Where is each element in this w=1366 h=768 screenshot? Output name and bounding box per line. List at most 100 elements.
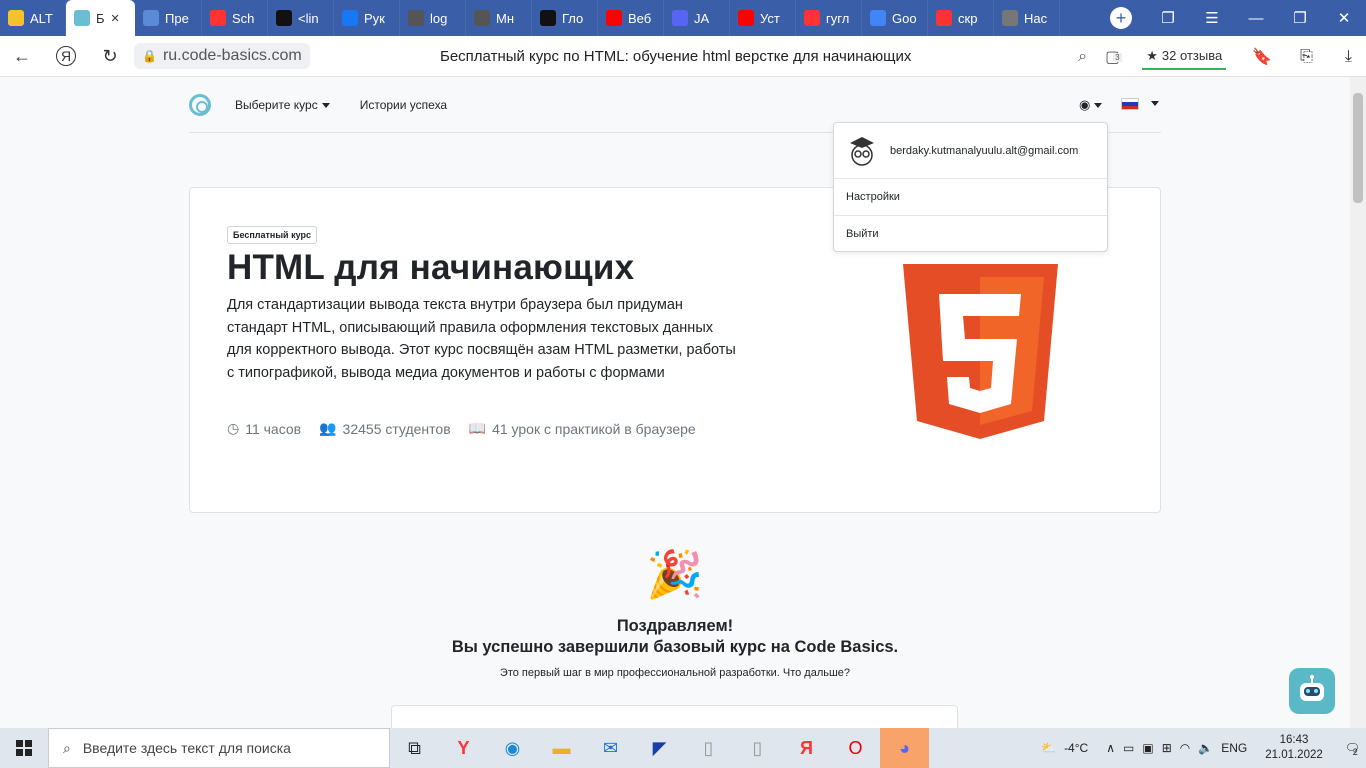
window-controls: + ❐ ☰ — ❐ ✕ xyxy=(1096,0,1366,36)
page-scrollbar[interactable] xyxy=(1350,77,1366,728)
tab-15[interactable]: Нас xyxy=(994,0,1060,36)
tab-13[interactable]: Goo xyxy=(862,0,928,36)
next-steps-card xyxy=(391,705,958,728)
settings-menu-item[interactable]: Настройки xyxy=(834,179,1107,216)
document-icon-2[interactable]: ▯ xyxy=(733,728,782,768)
students-text: 32455 студентов xyxy=(342,420,451,437)
user-menu-button[interactable]: ◉ xyxy=(1079,97,1103,113)
tab-5[interactable]: Рук xyxy=(334,0,400,36)
search-icon[interactable]: ⌕ xyxy=(1078,48,1087,66)
choose-course-dropdown[interactable]: Выберите курс xyxy=(235,98,330,112)
mail-icon[interactable]: ✉ xyxy=(586,728,635,768)
menu-icon[interactable]: ☰ xyxy=(1190,0,1234,36)
notifications-icon[interactable]: 🗨 2 xyxy=(1345,741,1360,757)
russian-flag-icon[interactable] xyxy=(1121,98,1139,110)
code-basics-icon xyxy=(74,10,90,26)
opera-icon[interactable]: O xyxy=(831,728,880,768)
camera-icon[interactable]: ▣ xyxy=(1142,741,1153,755)
weather-temp[interactable]: -4°C xyxy=(1064,741,1088,755)
collections-icon[interactable]: ⎘ xyxy=(1300,48,1313,66)
yandex-icon xyxy=(936,10,952,26)
tab-7[interactable]: Мн xyxy=(466,0,532,36)
caret-down-icon xyxy=(1094,103,1103,109)
success-stories-link[interactable]: Истории успеха xyxy=(360,98,447,112)
windows-start-icon[interactable] xyxy=(0,728,48,768)
clock[interactable]: 16:43 21.01.2022 xyxy=(1265,733,1323,763)
tab-manager-icon[interactable]: ❐ xyxy=(1146,0,1190,36)
yandex-icon xyxy=(804,10,820,26)
html5-logo-icon xyxy=(903,264,1058,439)
new-tab-button[interactable]: + xyxy=(1110,7,1132,29)
user-icon: ◉ xyxy=(1079,97,1091,112)
course-description: Для стандартизации вывода текста внутри … xyxy=(227,297,736,381)
code-basics-logo-icon[interactable] xyxy=(189,93,211,116)
task-view-icon[interactable]: ⧉ xyxy=(390,728,439,768)
minimize-button[interactable]: — xyxy=(1234,0,1278,36)
scrollbar-thumb[interactable] xyxy=(1353,93,1363,203)
tab-label: log xyxy=(430,10,448,26)
tab-4[interactable]: <lin xyxy=(268,0,334,36)
book-icon: 📖 xyxy=(468,420,487,436)
tab-11[interactable]: Уст xyxy=(730,0,796,36)
url-field[interactable]: 🔒 ru.code-basics.com xyxy=(134,43,310,69)
protect-icon[interactable]: ▢3 xyxy=(1105,47,1122,67)
tab-12[interactable]: гугл xyxy=(796,0,862,36)
tab-3[interactable]: Sch xyxy=(202,0,268,36)
tab-1[interactable]: Б ✕ xyxy=(66,0,135,36)
caret-down-icon[interactable] xyxy=(1151,101,1159,106)
downloads-icon[interactable]: ⤓ xyxy=(1345,48,1352,66)
tab-8[interactable]: Гло xyxy=(532,0,598,36)
free-course-badge: Бесплатный курс xyxy=(227,226,317,244)
congrats-title-line1: Поздравляем! xyxy=(616,617,734,635)
tab-label: Goo xyxy=(892,10,917,26)
battery-icon[interactable]: ▭ xyxy=(1123,741,1134,755)
address-bar: ← Я ↻ 🔒 ru.code-basics.com Бесплатный ку… xyxy=(0,36,1366,77)
restore-button[interactable]: ❐ xyxy=(1278,0,1322,36)
facebook-icon xyxy=(342,10,358,26)
close-tab-icon[interactable]: ✕ xyxy=(111,12,120,25)
reviews-button[interactable]: ★ 32 отзыва xyxy=(1142,44,1227,70)
weather-icon[interactable]: ⛅ xyxy=(1041,741,1056,755)
edge-icon[interactable]: ◉ xyxy=(488,728,537,768)
yandex-logo-icon[interactable]: Я xyxy=(44,36,88,77)
remote-app-icon[interactable]: ◤ xyxy=(635,728,684,768)
back-arrow-icon[interactable]: ← xyxy=(0,36,44,77)
tab-6[interactable]: log xyxy=(400,0,466,36)
reviews-label: 32 отзыва xyxy=(1161,48,1223,63)
user-dropdown-menu: berdaky.kutmanalyuulu.alt@gmail.com Наст… xyxy=(833,122,1108,252)
caret-down-icon xyxy=(321,102,330,108)
file-explorer-icon[interactable]: ▬ xyxy=(537,728,586,768)
star-icon: ★ xyxy=(1146,47,1158,63)
wifi-icon[interactable]: ◠ xyxy=(1180,741,1190,755)
choose-course-label: Выберите курс xyxy=(235,97,318,112)
tab-label: JA xyxy=(694,10,710,26)
tab-label: Веб xyxy=(628,10,652,26)
language-indicator[interactable]: ENG xyxy=(1221,741,1247,755)
page-title: Бесплатный курс по HTML: обучение html в… xyxy=(440,48,912,65)
page-content: Выберите курс Истории успеха ◉ Бесплатны… xyxy=(0,77,1350,728)
document-icon[interactable]: ▯ xyxy=(684,728,733,768)
tab-0[interactable]: ALT xyxy=(0,0,66,36)
yandex-icon[interactable]: Я xyxy=(782,728,831,768)
system-tray: ⛅ -4°C ∧ ▭ ▣ ⊞ ◠ 🔈 ENG 16:43 21.01.2022 🗨… xyxy=(1041,733,1366,763)
tab-14[interactable]: скр xyxy=(928,0,994,36)
tab-label: Мн xyxy=(496,10,515,26)
browser-tab-bar: ALT Б ✕ Пре Sch <lin Рук log Мн Гло Веб JA Уст гугл Go… xyxy=(0,0,1366,36)
yandex-browser-icon[interactable]: Y xyxy=(439,728,488,768)
bookmark-icon[interactable]: 🔖 xyxy=(1252,47,1272,67)
tab-2[interactable]: Пре xyxy=(135,0,202,36)
screen-icon[interactable]: ⊞ xyxy=(1162,741,1172,755)
tab-9[interactable]: Веб xyxy=(598,0,664,36)
taskbar-search-input[interactable]: ⌕ Введите здесь текст для поиска xyxy=(48,728,390,768)
reload-icon[interactable]: ↻ xyxy=(88,36,132,77)
tab-10[interactable]: JA xyxy=(664,0,730,36)
logout-menu-item[interactable]: Выйти xyxy=(834,216,1107,253)
close-window-button[interactable]: ✕ xyxy=(1322,0,1366,36)
tab-label: Пре xyxy=(165,10,189,26)
volume-icon[interactable]: 🔈 xyxy=(1198,741,1213,755)
discord-icon[interactable]: ◕ xyxy=(880,728,929,768)
chevron-up-icon[interactable]: ∧ xyxy=(1106,741,1115,755)
tab-label: скр xyxy=(958,10,978,26)
tab-label: Б xyxy=(96,10,105,26)
chat-bot-button[interactable] xyxy=(1289,668,1335,714)
